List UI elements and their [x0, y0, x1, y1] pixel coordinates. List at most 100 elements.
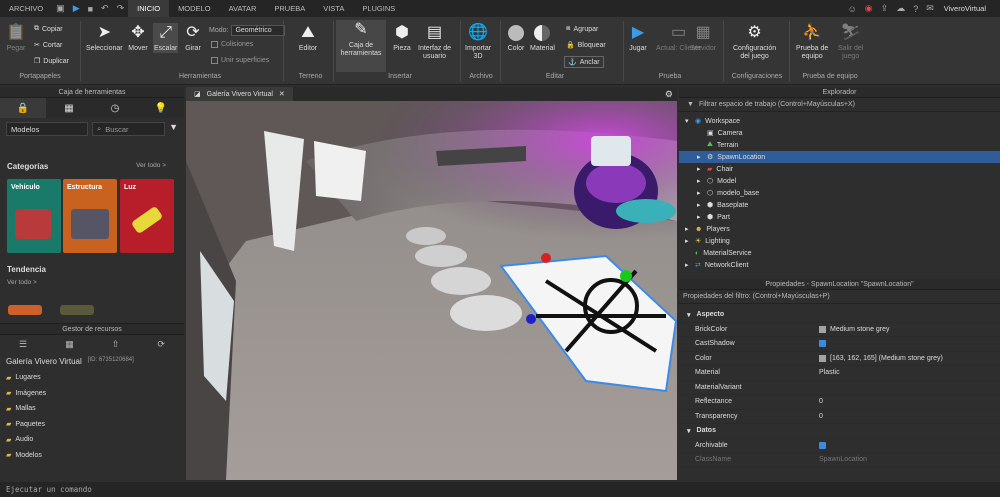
checkbox-checked-icon[interactable]: [819, 340, 826, 348]
scale-button[interactable]: ⤢ Escalar: [153, 23, 179, 53]
tree-item-baseplate[interactable]: ▸ ⬢ Baseplate: [679, 199, 1000, 211]
tree-item-workspace[interactable]: ▾ ◉ Workspace: [679, 115, 1000, 127]
marketplace-tab[interactable]: ▦: [46, 98, 92, 118]
prop-brickcolor[interactable]: BrickColor Medium stone grey: [679, 323, 1000, 337]
anchor-button[interactable]: ⚓ Anclar: [564, 56, 604, 68]
asset-folder[interactable]: ▰ Audio: [6, 432, 184, 448]
trending-item[interactable]: [60, 305, 94, 315]
import-3d-button[interactable]: 🌐 Importar 3D: [465, 23, 491, 61]
color-button[interactable]: Color: [506, 23, 526, 53]
trending-see-all[interactable]: Ver todo >: [7, 279, 37, 286]
game-settings-button[interactable]: ⚙ Configuración del juego: [733, 23, 776, 61]
tree-item-modelo-base[interactable]: ▸ ⬡ modelo_base: [679, 187, 1000, 199]
tree-item-terrain[interactable]: ⛰ Terrain: [679, 139, 1000, 151]
move-button[interactable]: ✥ Mover: [128, 23, 148, 53]
category-dropdown[interactable]: Modelos: [6, 122, 88, 136]
tab-plugins[interactable]: PLUGINS: [353, 0, 404, 17]
paste-button[interactable]: 📋 Pegar: [6, 23, 26, 53]
prop-color[interactable]: Color [163, 162, 165] (Medium stone grey): [679, 352, 1000, 366]
exit-game-button[interactable]: ⛷ Salir del juego: [838, 23, 863, 61]
mode-selector[interactable]: Modo: Geométrico: [209, 25, 285, 36]
tab-prueba[interactable]: PRUEBA: [265, 0, 314, 17]
redo-icon[interactable]: ↷: [117, 3, 125, 14]
prop-castshadow[interactable]: CastShadow: [679, 337, 1000, 352]
tree-item-camera[interactable]: ▣ Camera: [679, 127, 1000, 139]
inventory-tab[interactable]: 🔒: [0, 98, 46, 118]
tree-item-lighting[interactable]: ▸ ☀ Lighting: [679, 235, 1000, 247]
save-icon[interactable]: ▣: [56, 3, 65, 14]
help-icon[interactable]: ?: [913, 4, 918, 14]
tab-modelo[interactable]: MODELO: [169, 0, 220, 17]
viewport-settings-icon[interactable]: ⚙: [665, 89, 673, 100]
record-icon[interactable]: ◉: [865, 3, 873, 14]
people-icon[interactable]: ☺: [848, 4, 857, 14]
server-button[interactable]: ▦ Servidor: [690, 23, 716, 53]
tree-item-networkclient[interactable]: ▸ ⇄ NetworkClient: [679, 259, 1000, 271]
prop-materialvariant[interactable]: MaterialVariant: [679, 381, 1000, 395]
material-button[interactable]: Material: [530, 23, 555, 53]
part-button[interactable]: ⬢ Pieza: [392, 23, 412, 53]
explorer-filter-input[interactable]: ▼ Filtrar espacio de trabajo (Control+May…: [679, 98, 1000, 112]
mode-dropdown[interactable]: Geométrico: [231, 25, 285, 36]
tab-inicio[interactable]: INICIO: [128, 0, 170, 17]
stop-icon[interactable]: ■: [88, 4, 93, 14]
tree-item-chair[interactable]: ▸ ▰ Chair: [679, 163, 1000, 175]
viewport-tab[interactable]: ◪ Galería Vivero Virtual ✕: [186, 87, 293, 101]
asset-folder[interactable]: ▰ Lugares: [6, 370, 184, 386]
asset-folder[interactable]: ▰ Mallas: [6, 401, 184, 417]
share-icon[interactable]: ⇪: [881, 3, 889, 14]
command-bar-input[interactable]: Ejecutar un comando: [0, 482, 1000, 497]
refresh-icon[interactable]: ⟳: [157, 339, 165, 350]
play-button[interactable]: ▶ Jugar: [628, 23, 648, 53]
prop-material[interactable]: Material Plastic: [679, 366, 1000, 381]
creations-tab[interactable]: 💡: [138, 98, 184, 118]
copy-button[interactable]: ⧉ Copiar: [34, 25, 63, 33]
toolbox-search-input[interactable]: ⌕ Buscar: [92, 122, 166, 136]
structure-card[interactable]: Estructura: [63, 179, 117, 253]
lock-button[interactable]: 🔒 Bloquear: [566, 41, 606, 50]
tab-avatar[interactable]: AVATAR: [220, 0, 266, 17]
asset-folder[interactable]: ▰ Modelos: [6, 448, 184, 464]
categories-see-all[interactable]: Ver todo >: [136, 162, 166, 169]
user-interface-button[interactable]: ▤ Interfaz de usuario: [418, 23, 451, 61]
join-surfaces-toggle[interactable]: Unir superficies: [211, 57, 269, 64]
grid-view-icon[interactable]: ▦: [65, 339, 74, 350]
3d-viewport[interactable]: [186, 101, 677, 480]
tree-item-model[interactable]: ▸ ⬡ Model: [679, 175, 1000, 187]
tree-item-materialservice[interactable]: ◐ MaterialService: [679, 247, 1000, 259]
rotate-button[interactable]: ⟳ Girar: [183, 23, 203, 53]
file-menu[interactable]: ARCHIVO: [0, 0, 52, 17]
light-card[interactable]: Luz: [120, 179, 174, 253]
prop-transparency[interactable]: Transparency 0: [679, 410, 1000, 424]
toolbox-button[interactable]: ✎ Caja de herramientas: [336, 20, 386, 72]
user-name[interactable]: ViveroVirtual: [944, 4, 986, 13]
section-data[interactable]: ▾ Datos: [679, 424, 1000, 439]
checkbox-checked-icon[interactable]: [819, 441, 826, 449]
close-icon[interactable]: ✕: [279, 90, 285, 98]
cloud-icon[interactable]: ☁: [896, 3, 905, 14]
properties-filter-input[interactable]: Propiedades del filtro: (Control+Mayúscu…: [679, 290, 1000, 304]
select-button[interactable]: ➤ Seleccionar: [86, 23, 123, 53]
collisions-toggle[interactable]: Colisiones: [211, 41, 253, 48]
duplicate-button[interactable]: ❐ Duplicar: [34, 57, 69, 66]
play-quick-icon[interactable]: ▶: [73, 3, 80, 14]
cut-button[interactable]: ✂ Cortar: [34, 41, 62, 50]
chat-icon[interactable]: ✉: [926, 3, 934, 14]
filter-icon[interactable]: ▼: [169, 122, 178, 136]
section-appearance[interactable]: ▾ Aspecto: [679, 308, 1000, 323]
list-icon[interactable]: ☰: [19, 339, 27, 350]
undo-icon[interactable]: ↶: [101, 3, 109, 14]
trending-item[interactable]: [8, 305, 42, 315]
team-test-button[interactable]: ⛹ Prueba de equipo: [796, 23, 828, 61]
asset-folder[interactable]: ▰ Paquetes: [6, 417, 184, 433]
tab-vista[interactable]: VISTA: [314, 0, 353, 17]
tree-item-part[interactable]: ▸ ⬢ Part: [679, 211, 1000, 223]
terrain-editor-button[interactable]: ⛰ Editor: [298, 23, 318, 53]
asset-folder[interactable]: ▰ Imágenes: [6, 386, 184, 402]
vehicle-card[interactable]: Vehículo: [7, 179, 61, 253]
tree-item-spawnlocation[interactable]: ▸ ⚙ SpawnLocation: [679, 151, 1000, 163]
upload-icon[interactable]: ⇧: [112, 339, 120, 350]
tree-item-players[interactable]: ▸ ☻ Players: [679, 223, 1000, 235]
group-button[interactable]: ⧈ Agrupar: [566, 25, 598, 33]
recent-tab[interactable]: ◷: [92, 98, 138, 118]
